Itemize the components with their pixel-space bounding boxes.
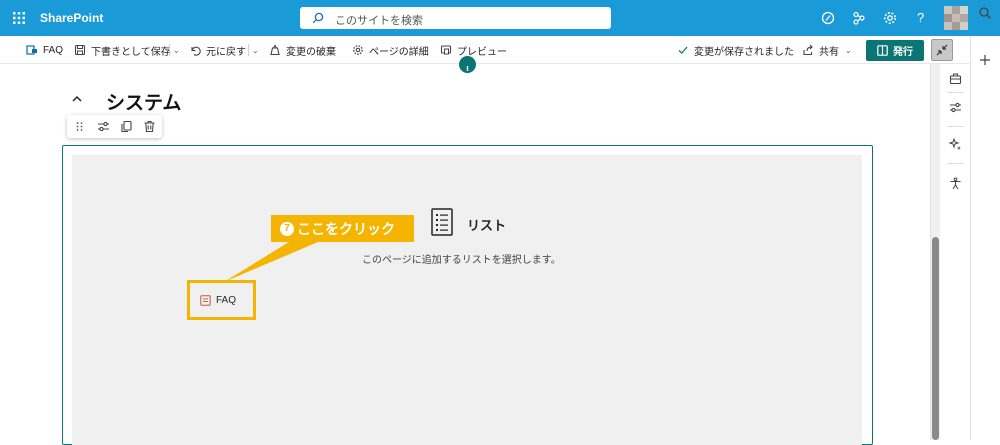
callout-text: ここをクリック — [297, 220, 395, 237]
share-chevron-icon: ⌄ — [845, 45, 852, 55]
publish-button[interactable]: 発行 — [866, 40, 924, 61]
design-sparkle-icon[interactable] — [949, 138, 962, 151]
command-bar: FAQ 下書きとして保存 ⌄ 元に戻す ⌄ 変更の破棄 ページの詳細 プレビュー… — [0, 36, 970, 64]
save-draft-label: 下書きとして保存 — [91, 46, 171, 58]
highlight-frame — [187, 280, 256, 320]
properties-sliders-icon[interactable] — [949, 101, 962, 114]
webpart-toolbar — [67, 115, 162, 138]
faq-label: FAQ — [43, 44, 64, 56]
divider — [947, 126, 964, 127]
publish-label: 発行 — [893, 47, 913, 58]
undo-dropdown-chevron-icon[interactable]: ⌄ — [252, 42, 259, 58]
discard-icon — [270, 44, 280, 56]
gear-icon — [353, 45, 363, 55]
app-launcher-icon[interactable] — [11, 10, 27, 26]
scrollbar-thumb[interactable] — [932, 237, 939, 440]
save-icon — [74, 44, 86, 56]
save-status: 変更が保存されました — [677, 42, 794, 58]
page-details-button[interactable]: ページの詳細 — [352, 42, 429, 58]
search-icon[interactable] — [978, 6, 992, 20]
share-network-icon[interactable] — [851, 10, 867, 26]
collapse-arrows-icon — [936, 44, 948, 56]
collapse-toolbar-button[interactable] — [931, 39, 953, 61]
divider — [947, 163, 964, 164]
plus-icon — [466, 66, 469, 71]
suite-bar: SharePoint このサイトを検索 ? — [0, 0, 1000, 36]
edit-panel-rail — [940, 64, 970, 440]
undo-icon — [191, 46, 201, 56]
divider — [947, 92, 964, 93]
edit-properties-icon[interactable] — [97, 120, 110, 133]
save-draft-button[interactable]: 下書きとして保存 — [74, 42, 171, 58]
step-number-badge: 7 — [280, 221, 294, 236]
search-placeholder: このサイトを検索 — [335, 15, 423, 27]
duplicate-icon[interactable] — [120, 120, 133, 133]
discard-changes-button[interactable]: 変更の破棄 — [269, 42, 336, 58]
avatar[interactable] — [944, 6, 968, 30]
collapse-section-chevron-icon[interactable] — [70, 92, 84, 106]
preview-icon — [440, 45, 452, 55]
faq-button[interactable]: FAQ — [26, 42, 63, 58]
share-button[interactable]: 共有 ⌄ — [802, 42, 852, 58]
section-title: システム — [106, 93, 182, 114]
toolbox-icon[interactable] — [949, 72, 962, 85]
list-icon — [431, 208, 453, 236]
undo-label: 元に戻す — [206, 46, 246, 58]
teams-chat-icon[interactable] — [820, 10, 836, 26]
instruction-callout: 7 ここをクリック — [271, 215, 414, 242]
add-section-button[interactable] — [459, 56, 476, 73]
discard-label: 変更の破棄 — [286, 46, 336, 58]
divider — [169, 44, 170, 56]
page-details-label: ページの詳細 — [369, 46, 429, 58]
save-status-text: 変更が保存されました — [694, 46, 794, 58]
share-label: 共有 — [819, 46, 839, 58]
delete-icon[interactable] — [143, 120, 156, 133]
settings-gear-icon[interactable] — [882, 10, 898, 26]
undo-button[interactable]: 元に戻す — [189, 42, 246, 58]
search-icon — [312, 12, 324, 24]
save-dropdown-chevron-icon[interactable]: ⌄ — [173, 42, 180, 58]
webpart-title: リスト — [467, 218, 507, 233]
divider — [248, 44, 249, 56]
help-icon[interactable]: ? — [917, 10, 924, 25]
checkmark-icon — [678, 46, 688, 54]
accessibility-icon[interactable] — [949, 177, 962, 190]
add-icon[interactable] — [979, 54, 991, 66]
right-rail — [970, 7, 1000, 440]
share-icon — [803, 44, 813, 56]
drag-handle-icon[interactable] — [73, 120, 86, 133]
search-input[interactable]: このサイトを検索 — [300, 7, 611, 29]
app-name[interactable]: SharePoint — [40, 11, 103, 25]
list-page-icon — [26, 45, 37, 55]
publish-icon — [877, 45, 888, 56]
webpart-description: このページに追加するリストを選択します。 — [362, 255, 561, 266]
